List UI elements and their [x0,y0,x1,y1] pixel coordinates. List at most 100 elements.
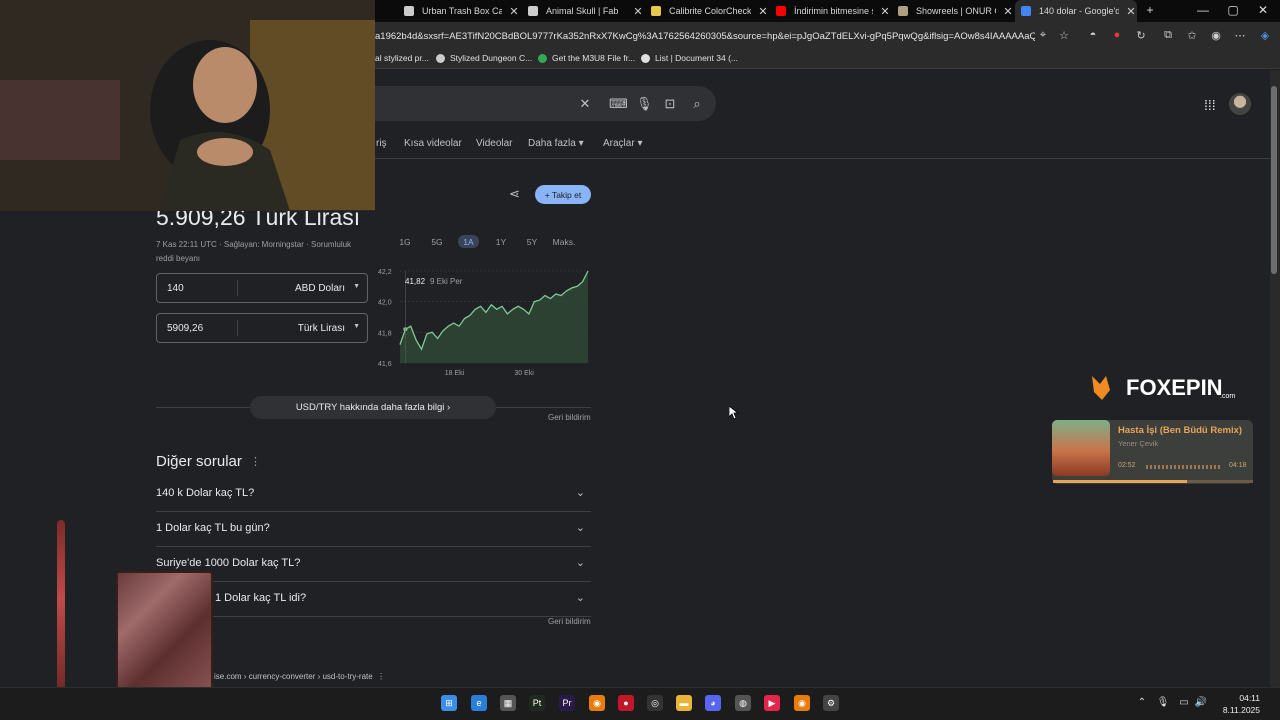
tab-6[interactable]: 140 dolar - Google'da ✕ [1015,0,1137,22]
to-currency-select[interactable]: Türk Lirası [298,323,345,334]
extension-icon[interactable]: ◓ [1086,29,1100,41]
share-icon[interactable]: ⋖ [509,186,520,202]
range-1y[interactable]: 1Y [492,235,510,248]
painter-icon[interactable]: Pt [529,695,545,711]
record-icon[interactable]: ● [618,695,634,711]
chevron-down-icon[interactable]: ⌄ [576,591,585,604]
tab-4[interactable]: İndirimin bitmesine sa ✕ [770,0,891,22]
range-1a[interactable]: 1A [458,235,479,248]
premiere-icon[interactable]: Pr [559,695,575,711]
chrome-icon[interactable]: ◍ [735,695,751,711]
tab-close-icon[interactable]: ✕ [1002,5,1014,18]
settings-gear-icon[interactable]: ⚙ [823,695,839,711]
keyboard-icon[interactable]: ⌨ [609,96,628,112]
tab-1[interactable]: Urban Trash Box Cardb ✕ [398,0,520,22]
discord-icon[interactable]: ◕ [705,695,721,711]
star-icon[interactable]: ☆ [1057,29,1071,42]
tab-nav-3[interactable]: Videolar [476,138,513,149]
scroll-thumb[interactable] [1271,86,1277,274]
clock-date[interactable]: 8.11.2025 [1212,705,1260,715]
paa-item[interactable]: 1 Dolar kaç TL idi? ⌄ [156,582,591,617]
edge-icon[interactable]: e [471,695,487,711]
range-maks[interactable]: Maks. [551,235,577,248]
favorites-icon[interactable]: ✩ [1185,29,1199,42]
more-info-button[interactable]: USD/TRY hakkında daha fazla bilgi › [250,396,496,419]
new-tab-button[interactable]: + [1142,3,1158,17]
microphone-icon[interactable]: 🎙 [636,96,653,112]
tab-3[interactable]: Calibrite ColorChecker ✕ [645,0,769,22]
paa-item[interactable]: 1 Dolar kaç TL bu gün? ⌄ [156,512,591,547]
tab-close-icon[interactable]: ✕ [879,5,891,18]
paa-item[interactable]: Suriye'de 1000 Dolar kaç TL? ⌄ [156,547,591,582]
copilot-icon[interactable]: ◈ [1258,29,1272,42]
maximize-button[interactable]: ▢ [1225,3,1241,17]
caret-down-icon[interactable]: ▼ [353,323,360,330]
result-url-text[interactable]: ise.com › currency-converter › usd-to-tr… [214,672,373,681]
paa-feedback-link[interactable]: Geri bildirim [548,617,591,626]
more-options-icon[interactable]: ⋮ [375,672,385,681]
bookmark-item[interactable]: al stylized pr... [375,53,429,63]
follow-button[interactable]: + Takip et [535,185,591,204]
range-5y[interactable]: 5Y [523,235,541,248]
bookmark-item[interactable]: Stylized Dungeon C... [436,53,532,63]
paa-question[interactable]: Suriye'de 1000 Dolar kaç TL? [156,557,300,569]
paa-question[interactable]: 1 Dolar kaç TL idi? [215,592,306,604]
file-explorer-icon[interactable]: ▬ [676,695,692,711]
tab-2[interactable]: Animal Skull | Fab ✕ [522,0,644,22]
obs-icon[interactable]: ◎ [647,695,663,711]
minimize-button[interactable]: — [1195,3,1211,17]
blender-icon[interactable]: ◉ [589,695,605,711]
media-player-icon[interactable]: ▶ [764,695,780,711]
url-field[interactable]: a1962b4d&sxsrf=AE3TifN20CBdBOL9777rKa352… [375,31,1035,42]
from-currency-select[interactable]: ABD Doları [295,283,345,294]
tab-5[interactable]: Showreels | ONUR CAN ✕ [892,0,1014,22]
avatar[interactable] [1229,93,1251,115]
network-icon[interactable]: ▭ [1177,697,1191,708]
tab-close-icon[interactable]: ✕ [508,5,520,18]
chevron-up-icon[interactable]: ⌃ [1135,697,1149,708]
tab-nav-4[interactable]: Daha fazla ▾ [528,138,584,149]
tab-close-icon[interactable]: ✕ [757,5,769,18]
volume-icon[interactable]: 🔊 [1194,697,1208,708]
paa-question[interactable]: 140 k Dolar kaç TL? [156,487,254,499]
chevron-down-icon[interactable]: ⌄ [576,521,585,534]
range-1g[interactable]: 1G [397,235,413,248]
record-ext-icon[interactable]: ● [1110,29,1124,41]
microphone-tray-icon[interactable]: 🎙 [1156,697,1170,708]
chevron-down-icon[interactable]: ⌄ [576,486,585,499]
tab-nav-1[interactable]: riş [376,138,387,149]
result-url[interactable]: ise.com › currency-converter › usd-to-tr… [214,672,385,681]
chevron-down-icon[interactable]: ⌄ [576,556,585,569]
tab-nav-5[interactable]: Araçlar ▾ [603,138,642,149]
location-pin-icon[interactable]: ⌖ [1036,29,1050,42]
more-options-icon[interactable]: ⋮ [250,455,261,468]
split-screen-icon[interactable]: ⧉ [1161,29,1175,42]
refresh-ext-icon[interactable]: ↻ [1134,29,1148,42]
search-input[interactable] [330,86,716,121]
close-window-button[interactable]: ✕ [1255,3,1271,17]
caret-down-icon[interactable]: ▼ [353,283,360,290]
windows-start-icon[interactable]: ⊞ [441,695,457,711]
from-currency-row[interactable]: 140 ABD Doları ▼ [156,273,368,303]
paa-item[interactable]: 140 k Dolar kaç TL? ⌄ [156,477,591,512]
range-5g[interactable]: 5G [428,235,446,248]
clear-search-icon[interactable]: ✕ [577,96,593,112]
to-currency-row[interactable]: 5909,26 Türk Lirası ▼ [156,313,368,343]
to-amount-input[interactable]: 5909,26 [167,323,203,334]
tab-close-icon[interactable]: ✕ [632,5,644,18]
bookmark-item[interactable]: Get the M3U8 File fr... [538,53,635,63]
clock-time[interactable]: 04:11 [1220,693,1260,703]
tab-close-icon[interactable]: ✕ [1125,5,1137,18]
profile-icon[interactable]: ◉ [1209,29,1223,42]
apps-grid-icon[interactable]: ⁞⁞⁞ [1204,97,1216,113]
feedback-link[interactable]: Geri bildirim [548,413,591,422]
blender2-icon[interactable]: ◉ [794,695,810,711]
menu-dots-icon[interactable]: ⋯ [1233,29,1247,42]
bookmark-item[interactable]: List | Document 34 (... [641,53,738,63]
photos-icon[interactable]: ▦ [500,695,516,711]
tab-nav-2[interactable]: Kısa videolar [404,138,462,149]
paa-question[interactable]: 1 Dolar kaç TL bu gün? [156,522,270,534]
search-icon[interactable]: ⌕ [689,96,705,112]
from-amount-input[interactable]: 140 [167,283,184,294]
lens-icon[interactable]: ⊡ [662,96,678,112]
